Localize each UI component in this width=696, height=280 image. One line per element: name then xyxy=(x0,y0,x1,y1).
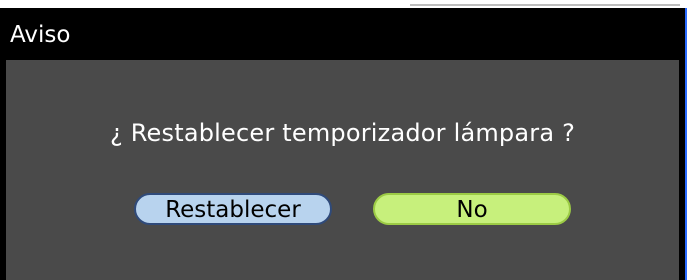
no-button[interactable]: No xyxy=(373,193,571,225)
no-button-label: No xyxy=(456,197,488,223)
reset-button-label: Restablecer xyxy=(165,197,301,223)
dialog-body: ¿ Restablecer temporizador lámpara ? Res… xyxy=(6,60,679,280)
dialog-message: ¿ Restablecer temporizador lámpara ? xyxy=(109,119,576,147)
reset-button[interactable]: Restablecer xyxy=(134,193,332,225)
dialog-title-bar: Aviso xyxy=(6,14,679,58)
top-divider xyxy=(410,4,680,6)
dialog-title: Aviso xyxy=(10,22,71,48)
warning-dialog: Aviso ¿ Restablecer temporizador lámpara… xyxy=(0,8,687,280)
screen: Aviso ¿ Restablecer temporizador lámpara… xyxy=(0,0,696,280)
